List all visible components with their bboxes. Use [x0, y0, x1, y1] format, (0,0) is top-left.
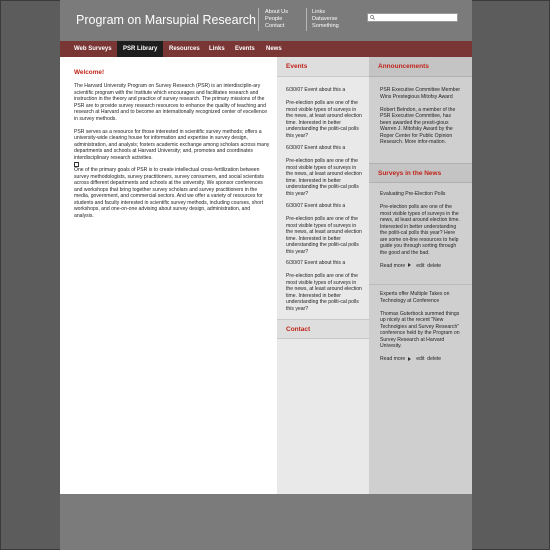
contact-link[interactable]: Contact: [265, 23, 288, 30]
missing-glyph-icon: [74, 161, 79, 167]
event-item[interactable]: 6/30/07 Event about this a Pre-election …: [286, 260, 362, 312]
announcement-item: PSR Executive Committee Member Wins Pres…: [380, 87, 462, 152]
header-links-primary: About Us People Contact: [265, 9, 288, 30]
event-date: 6/30/07 Event about this a: [286, 87, 346, 93]
search-input[interactable]: [378, 14, 456, 21]
event-item[interactable]: 6/30/07 Event about this a Pre-election …: [286, 87, 362, 139]
nav-links[interactable]: Links: [203, 41, 231, 57]
news-text: Thomas Guterbock summed things up nicely…: [380, 310, 460, 350]
edit-link[interactable]: edit: [416, 263, 424, 269]
delete-link[interactable]: delete: [427, 356, 441, 362]
announcement-title[interactable]: PSR Executive Committee Member Wins Pres…: [380, 87, 462, 100]
site-footer: [60, 494, 472, 550]
search-icon[interactable]: [370, 15, 375, 20]
delete-link[interactable]: delete: [427, 263, 441, 269]
contact-heading: Contact: [277, 319, 369, 339]
search-box[interactable]: [367, 13, 458, 22]
event-text: Pre-election polls are one of the most v…: [286, 216, 362, 255]
event-date: 6/30/07 Event about this a: [286, 145, 346, 151]
nav-news[interactable]: News: [260, 41, 288, 57]
welcome-heading: Welcome!: [74, 69, 105, 76]
welcome-text: The Harvard University Program on Survey…: [74, 83, 270, 226]
something-link[interactable]: Something: [312, 23, 339, 30]
page: Program on Marsupial Research About Us P…: [60, 0, 472, 550]
people-link[interactable]: People: [265, 16, 288, 23]
resource-paragraph: PSR serves as a resource for those inter…: [74, 128, 270, 161]
site-header: Program on Marsupial Research About Us P…: [60, 0, 472, 41]
event-item[interactable]: 6/30/07 Event about this a Pre-election …: [286, 203, 362, 255]
news-actions: Read more edit delete: [380, 356, 462, 363]
header-divider: [258, 8, 259, 31]
announcements-sidebar: Announcements PSR Executive Committee Me…: [369, 57, 472, 494]
events-sidebar: Events 6/30/07 Event about this a Pre-el…: [277, 57, 369, 494]
news-text: Pre-election polls are one of the most v…: [380, 204, 460, 256]
arrow-right-icon: [408, 356, 412, 361]
nav-web-surveys[interactable]: Web Surveys: [68, 41, 118, 57]
intro-paragraph: The Harvard University Program on Survey…: [74, 83, 268, 122]
news-item: Evaluating Pre-Election Polls Pre-electi…: [380, 191, 462, 269]
about-us-link[interactable]: About Us: [265, 9, 288, 16]
read-more-link[interactable]: Read more: [380, 263, 405, 269]
event-text: Pre-election polls are one of the most v…: [286, 100, 362, 139]
event-date: 6/30/07 Event about this a: [286, 203, 346, 209]
event-date: 6/30/07 Event about this a: [286, 260, 346, 266]
read-more-link[interactable]: Read more: [380, 356, 405, 362]
arrow-right-icon: [408, 263, 412, 268]
announcements-heading: Announcements: [369, 57, 472, 77]
event-text: Pre-election polls are one of the most v…: [286, 158, 362, 197]
header-divider: [306, 8, 307, 31]
news-title[interactable]: Experts offer Multiple Takes on Technolo…: [380, 291, 462, 304]
main-content: Welcome! The Harvard University Program …: [60, 57, 277, 494]
links-link[interactable]: Links: [312, 9, 339, 16]
goals-paragraph: One of the primary goals of PSR is to cr…: [74, 167, 264, 219]
edit-link[interactable]: edit: [416, 356, 424, 362]
news-item: Experts offer Multiple Takes on Technolo…: [380, 291, 462, 363]
news-title[interactable]: Evaluating Pre-Election Polls: [380, 191, 462, 198]
nav-psr-library[interactable]: PSR Library: [117, 41, 164, 57]
event-text: Pre-election polls are one of the most v…: [286, 273, 362, 312]
header-links-secondary: Links Dataverse Something: [312, 9, 339, 30]
nav-resources[interactable]: Resources: [163, 41, 206, 57]
events-heading: Events: [277, 57, 369, 77]
news-heading: Surveys in the News: [369, 163, 472, 183]
event-item[interactable]: 6/30/07 Event about this a Pre-election …: [286, 145, 362, 197]
dataverse-link[interactable]: Dataverse: [312, 16, 339, 23]
announcement-text: Robert Belndon, a member of the PSR Exec…: [380, 106, 456, 146]
news-actions: Read more edit delete: [380, 263, 462, 270]
site-title: Program on Marsupial Research: [76, 13, 256, 27]
news-divider: [369, 284, 472, 285]
main-nav: Web Surveys PSR Library Resources Links …: [60, 41, 472, 57]
nav-events[interactable]: Events: [229, 41, 261, 57]
